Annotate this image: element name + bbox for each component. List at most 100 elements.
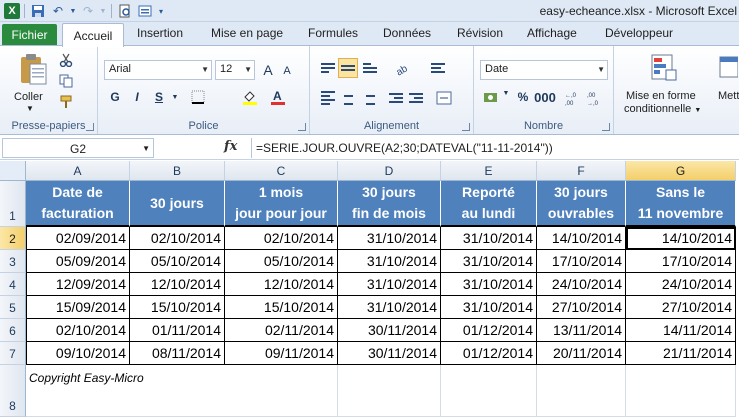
form-icon[interactable] — [136, 2, 154, 20]
increase-indent-icon[interactable] — [406, 88, 426, 108]
column-header-c[interactable]: C — [225, 161, 338, 181]
table-cell[interactable]: 31/10/2014 — [338, 250, 441, 273]
table-cell[interactable]: 15/10/2014 — [130, 296, 225, 319]
table-cell[interactable]: 02/11/2014 — [225, 319, 338, 342]
conditional-formatting-button[interactable]: Mise en forme — [626, 90, 696, 102]
clipboard-launcher-icon[interactable] — [86, 123, 94, 131]
table-cell[interactable]: 01/12/2014 — [441, 342, 537, 365]
format-as-table-button[interactable]: Mett — [718, 90, 739, 102]
wrap-text-icon[interactable] — [428, 58, 448, 78]
header-cell[interactable]: 30 jours — [130, 181, 225, 227]
table-cell[interactable]: 27/10/2014 — [537, 296, 626, 319]
row-header-8[interactable]: 8 — [0, 365, 26, 417]
column-header-b[interactable]: B — [130, 161, 225, 181]
table-cell[interactable]: 14/11/2014 — [626, 319, 736, 342]
tab-formulas[interactable]: Formules — [308, 26, 358, 40]
redo-dropdown-icon[interactable]: ▼ — [99, 2, 107, 20]
font-launcher-icon[interactable] — [298, 123, 306, 131]
tab-insert[interactable]: Insertion — [137, 26, 183, 40]
table-cell[interactable]: 27/10/2014 — [626, 296, 736, 319]
table-cell[interactable]: 20/11/2014 — [537, 342, 626, 365]
orientation-icon[interactable]: ab — [392, 58, 412, 78]
table-cell[interactable]: 31/10/2014 — [338, 227, 441, 250]
insert-function-icon[interactable]: fx — [224, 139, 237, 154]
font-color-icon[interactable]: A — [268, 87, 288, 107]
excel-logo-icon[interactable]: X — [4, 3, 20, 19]
bold-button[interactable]: G — [106, 88, 124, 106]
table-cell[interactable]: 31/10/2014 — [441, 250, 537, 273]
tab-review[interactable]: Révision — [457, 26, 503, 40]
row-header-3[interactable]: 3 — [0, 250, 26, 273]
font-name-select[interactable]: Arial ▼ — [104, 60, 212, 80]
header-cell[interactable]: 30 jours fin de mois — [338, 181, 441, 227]
column-header-g[interactable]: G — [626, 161, 736, 181]
table-cell[interactable]: 21/11/2014 — [626, 342, 736, 365]
number-format-select[interactable]: Date ▼ — [480, 60, 608, 80]
decrease-indent-icon[interactable] — [386, 88, 406, 108]
table-cell[interactable]: 13/11/2014 — [537, 319, 626, 342]
empty-cell[interactable] — [225, 365, 338, 417]
align-middle-icon[interactable] — [338, 58, 358, 78]
table-cell[interactable]: 12/09/2014 — [26, 273, 130, 296]
empty-cell[interactable] — [338, 365, 441, 417]
column-header-d[interactable]: D — [338, 161, 441, 181]
table-cell[interactable]: 15/10/2014 — [225, 296, 338, 319]
table-cell[interactable]: 02/10/2014 — [225, 227, 338, 250]
undo-dropdown-icon[interactable]: ▼ — [69, 2, 77, 20]
tab-file[interactable]: Fichier — [2, 24, 57, 45]
header-cell[interactable]: Date de facturation — [26, 181, 130, 227]
table-cell[interactable]: 30/11/2014 — [338, 319, 441, 342]
tab-home[interactable]: Accueil — [62, 23, 124, 47]
align-center-icon[interactable] — [338, 88, 358, 108]
table-cell[interactable]: 15/09/2014 — [26, 296, 130, 319]
percent-style-icon[interactable]: % — [514, 88, 532, 106]
comma-style-icon[interactable]: 000 — [534, 88, 556, 106]
empty-cell[interactable] — [441, 365, 537, 417]
decrease-decimal-icon[interactable]: ,00 →,0 — [586, 88, 606, 108]
italic-button[interactable]: I — [128, 88, 146, 106]
table-cell[interactable]: 30/11/2014 — [338, 342, 441, 365]
name-box[interactable]: G2 ▼ — [2, 138, 154, 158]
underline-dropdown-icon[interactable]: ▼ — [170, 88, 180, 106]
increase-decimal-icon[interactable]: ←,0,00 — [564, 88, 584, 108]
formula-input[interactable]: =SERIE.JOUR.OUVRE(A2;30;DATEVAL("11-11-2… — [251, 138, 737, 158]
row-header-5[interactable]: 5 — [0, 296, 26, 319]
tab-page-layout[interactable]: Mise en page — [211, 26, 283, 40]
row-header-4[interactable]: 4 — [0, 273, 26, 296]
table-cell[interactable]: 31/10/2014 — [441, 296, 537, 319]
empty-cell[interactable] — [537, 365, 626, 417]
print-preview-icon[interactable] — [116, 2, 134, 20]
table-cell[interactable]: 05/10/2014 — [130, 250, 225, 273]
paste-button[interactable]: Coller — [14, 91, 43, 103]
tab-developer[interactable]: Développeur — [605, 26, 673, 40]
row-header-7[interactable]: 7 — [0, 342, 26, 365]
table-cell[interactable]: 12/10/2014 — [130, 273, 225, 296]
alignment-launcher-icon[interactable] — [462, 123, 470, 131]
merge-center-icon[interactable] — [434, 88, 454, 108]
accounting-format-icon[interactable] — [482, 88, 502, 108]
table-cell[interactable]: 17/10/2014 — [537, 250, 626, 273]
align-top-icon[interactable] — [318, 58, 338, 78]
header-cell[interactable]: Sans le 11 novembre — [626, 181, 736, 227]
header-cell[interactable]: Reporté au lundi — [441, 181, 537, 227]
table-cell[interactable]: 02/10/2014 — [130, 227, 225, 250]
column-header-e[interactable]: E — [441, 161, 537, 181]
tab-data[interactable]: Données — [383, 26, 431, 40]
align-bottom-icon[interactable] — [360, 58, 380, 78]
fill-color-icon[interactable] — [240, 87, 260, 107]
copy-icon[interactable] — [56, 71, 76, 91]
format-painter-icon[interactable] — [56, 92, 76, 112]
active-cell[interactable]: 14/10/2014 — [626, 227, 736, 250]
borders-icon[interactable] — [188, 87, 208, 107]
column-header-a[interactable]: A — [26, 161, 130, 181]
table-cell[interactable]: 31/10/2014 — [338, 273, 441, 296]
table-cell[interactable]: 08/11/2014 — [130, 342, 225, 365]
redo-icon[interactable]: ↷ — [79, 2, 97, 20]
table-cell[interactable]: 31/10/2014 — [441, 273, 537, 296]
table-cell[interactable]: 31/10/2014 — [338, 296, 441, 319]
table-cell[interactable]: 09/11/2014 — [225, 342, 338, 365]
copyright-text[interactable]: Copyright Easy-Micro — [26, 365, 225, 417]
conditional-formatting-icon[interactable] — [648, 52, 680, 84]
select-all-corner[interactable] — [0, 161, 26, 181]
save-icon[interactable] — [29, 2, 47, 20]
